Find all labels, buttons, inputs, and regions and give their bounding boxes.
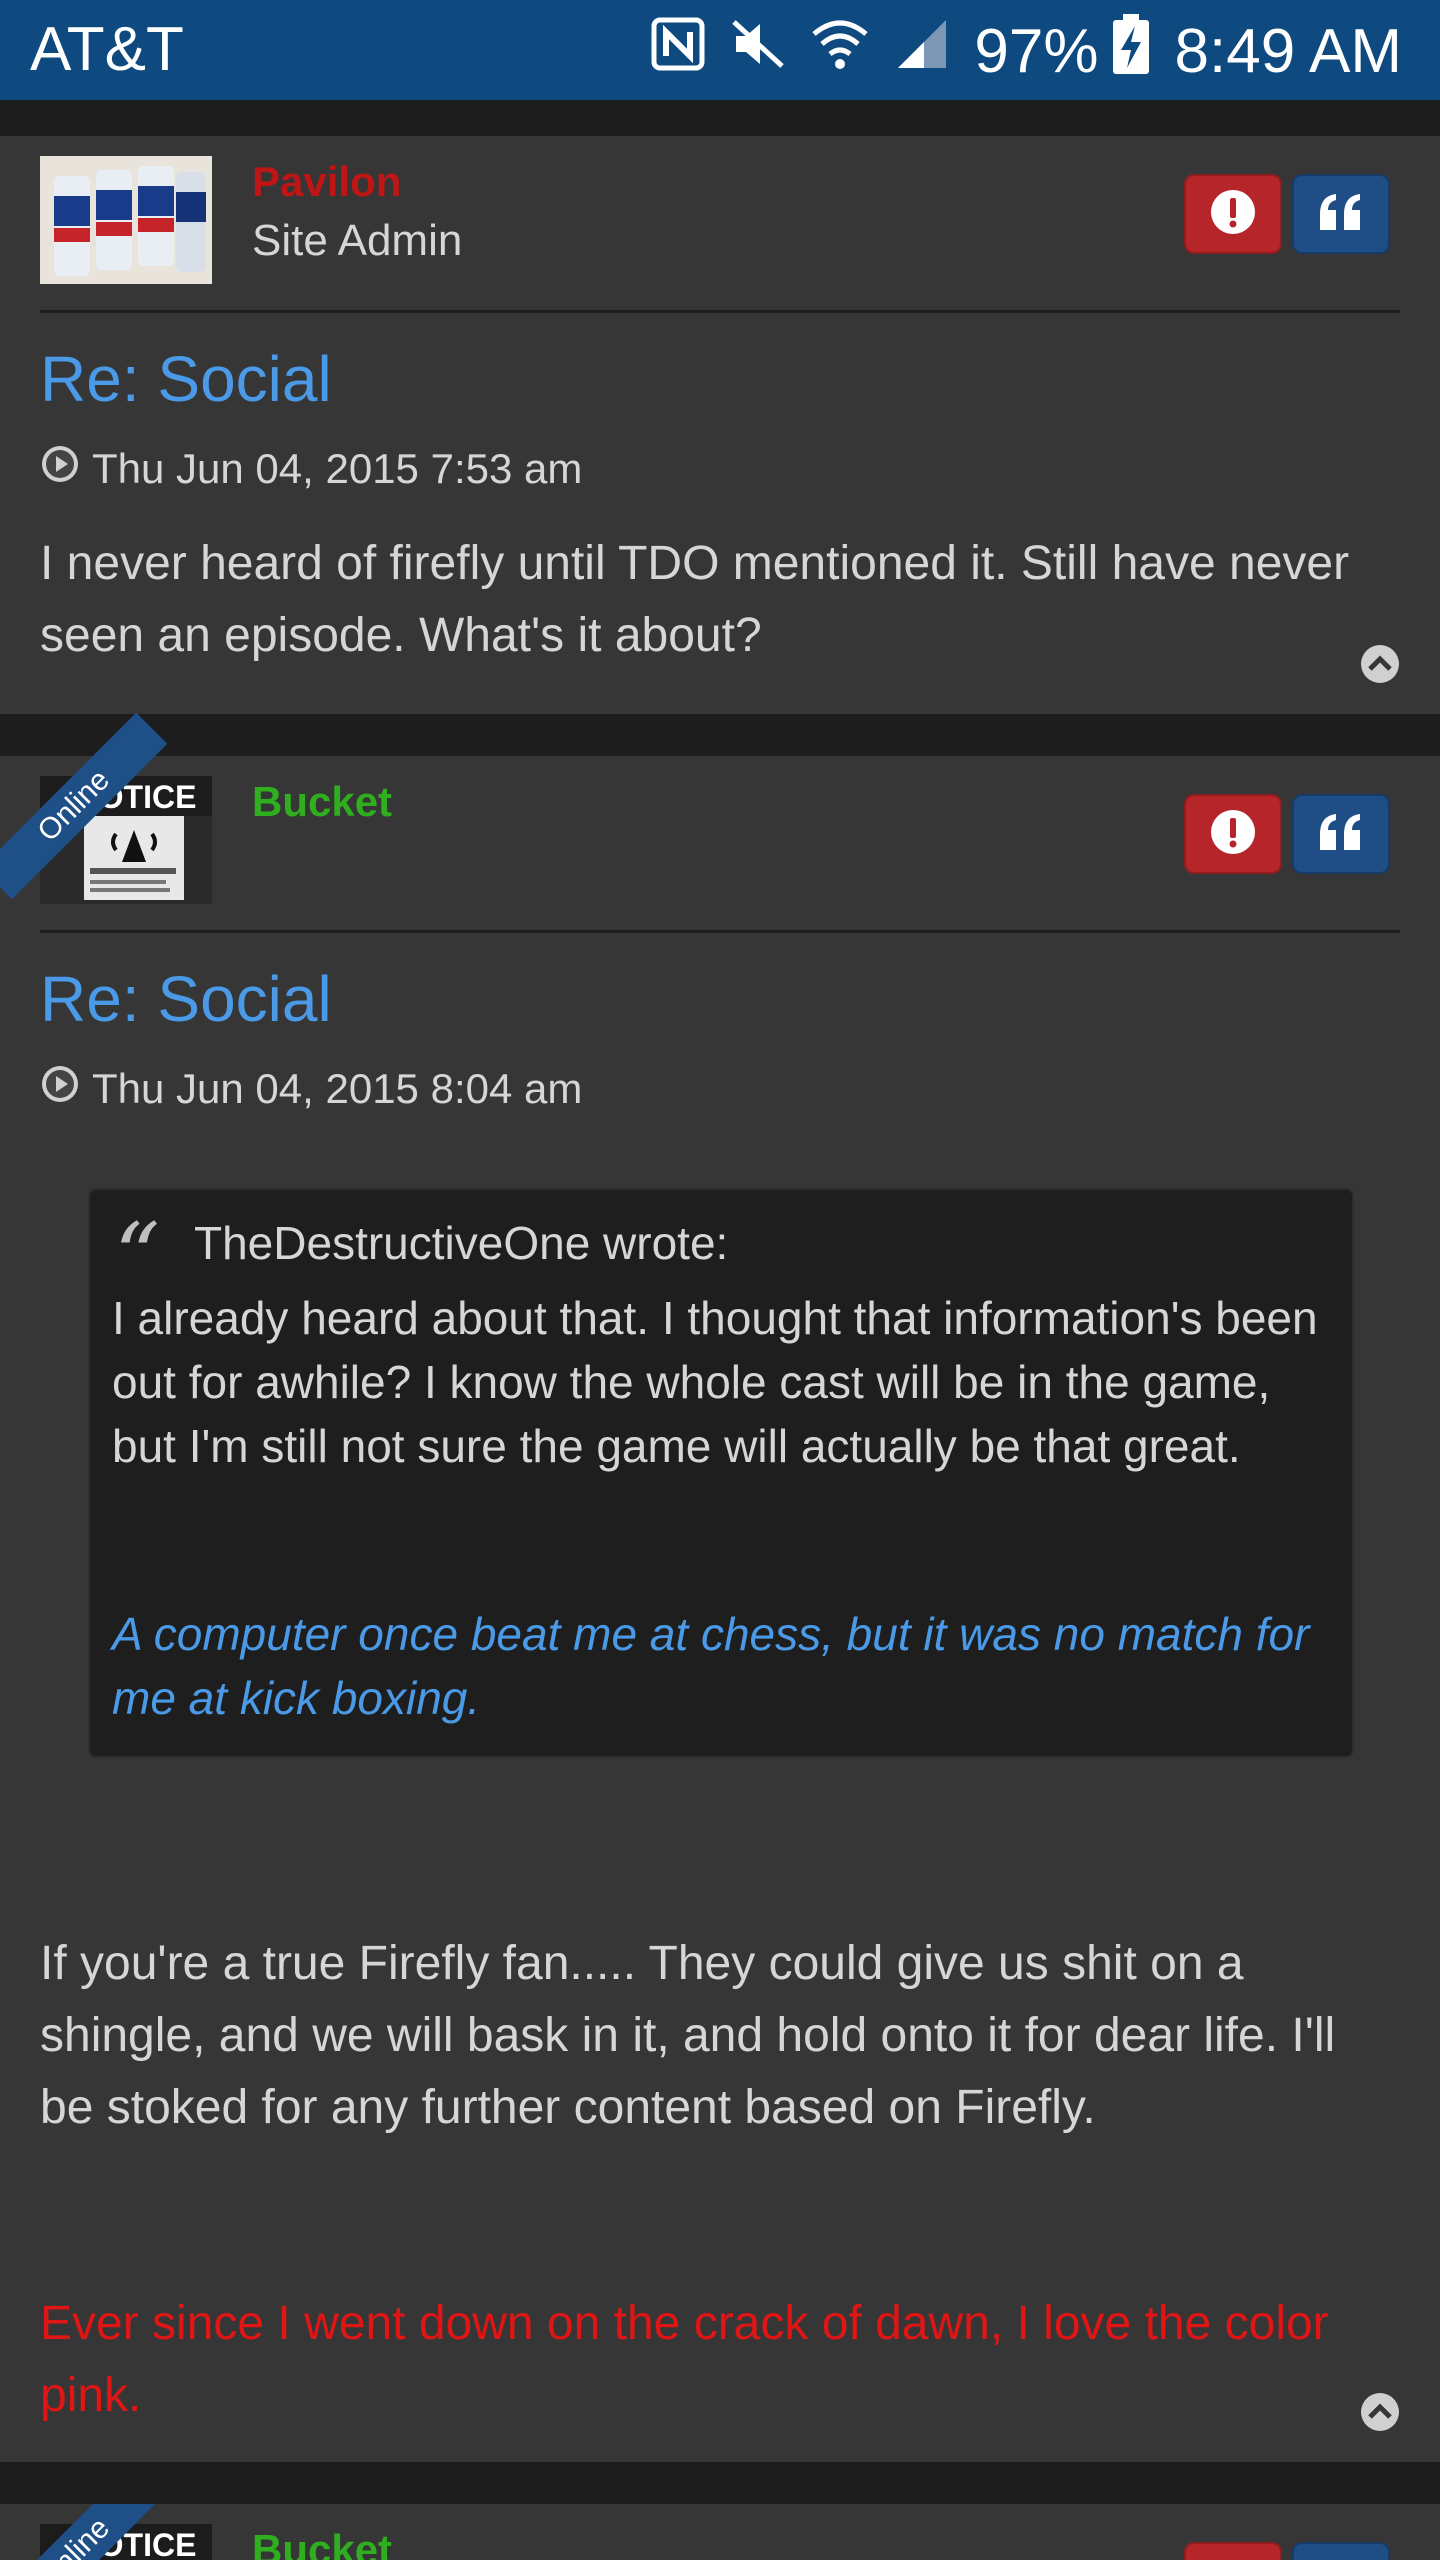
post-body: If you're a true Firefly fan..... They c… [40, 1937, 1336, 2134]
quote-button[interactable] [1292, 174, 1390, 254]
quote-block: “ TheDestructiveOne wrote: I already hea… [88, 1188, 1354, 1758]
quote-button[interactable] [1292, 2542, 1390, 2560]
username[interactable]: Bucket [252, 2526, 392, 2560]
post-date[interactable]: Thu Jun 04, 2015 8:04 am [40, 1064, 582, 1114]
nfc-icon [650, 16, 706, 87]
mute-icon [730, 16, 786, 87]
quote-icon [1318, 812, 1364, 857]
clock: 8:49 AM [1174, 17, 1402, 86]
quote-button[interactable] [1292, 794, 1390, 874]
report-button[interactable] [1184, 794, 1282, 874]
username[interactable]: Bucket [252, 778, 392, 826]
user-rank: Site Admin [252, 216, 463, 265]
username[interactable]: Pavilon [252, 158, 401, 206]
carrier-label: AT&T [30, 15, 184, 84]
battery-charging-icon [1112, 14, 1149, 89]
signal-icon [894, 16, 950, 87]
wifi-icon [810, 16, 870, 87]
exclamation-icon [1209, 188, 1257, 241]
report-button[interactable] [1184, 2542, 1282, 2560]
post: Pavilon Site Admin Re: Social Thu Jun 04… [0, 136, 1440, 714]
report-button[interactable] [1184, 174, 1282, 254]
back-to-top-icon[interactable] [1360, 644, 1400, 684]
post: NOTICE Online Bucket Re: Social Thu Jun … [0, 712, 1440, 2462]
status-bar: AT&T 97% 8:49 AM [0, 0, 1440, 100]
divider [40, 930, 1400, 933]
post-link-icon [40, 1064, 80, 1114]
post-date[interactable]: Thu Jun 04, 2015 7:53 am [40, 444, 582, 494]
post-date-text: Thu Jun 04, 2015 8:04 am [92, 1065, 583, 1112]
post-link-icon [40, 444, 80, 494]
exclamation-icon [1209, 808, 1257, 861]
user-signature: Ever since I went down on the crack of d… [40, 2297, 1329, 2422]
quote-author: TheDestructiveOne wrote: [194, 1217, 729, 1269]
quote-icon [1318, 192, 1364, 237]
post: NOTICE Online Bucket [0, 2504, 1440, 2560]
quote-text: I already heard about that. I thought th… [112, 1292, 1318, 1472]
post-date-text: Thu Jun 04, 2015 7:53 am [92, 445, 583, 492]
avatar[interactable] [40, 156, 212, 284]
post-title[interactable]: Re: Social [40, 342, 332, 416]
post-title[interactable]: Re: Social [40, 962, 332, 1036]
quote-signature: A computer once beat me at chess, but it… [112, 1608, 1310, 1724]
back-to-top-icon[interactable] [1360, 2392, 1400, 2432]
divider [40, 310, 1400, 313]
post-body: I never heard of firefly until TDO menti… [40, 537, 1350, 662]
battery-percent: 97% [974, 17, 1099, 86]
